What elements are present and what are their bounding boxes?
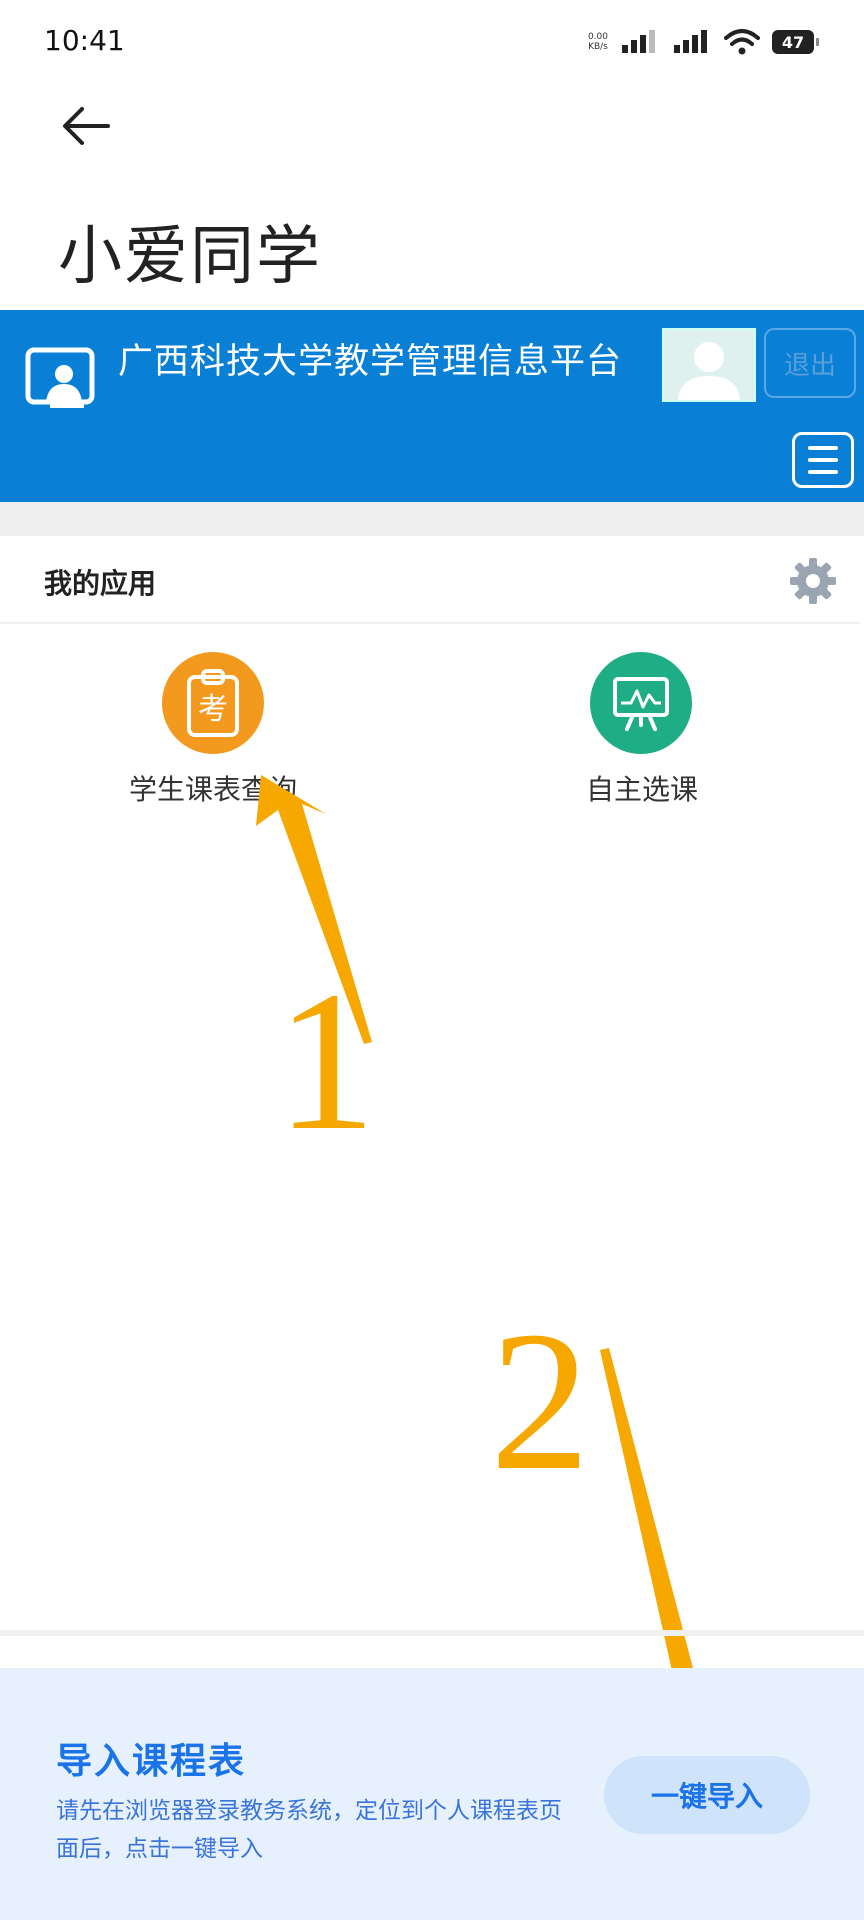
one-click-import-button[interactable]: 一键导入	[604, 1756, 810, 1834]
annotation-number-2: 2	[490, 1291, 590, 1512]
annotation-number-1: 1	[276, 951, 376, 1172]
divider	[0, 1630, 864, 1636]
import-description: 请先在浏览器登录教务系统，定位到个人课程表页面后，点击一键导入	[56, 1798, 562, 1862]
import-title: 导入课程表	[56, 1741, 247, 1782]
